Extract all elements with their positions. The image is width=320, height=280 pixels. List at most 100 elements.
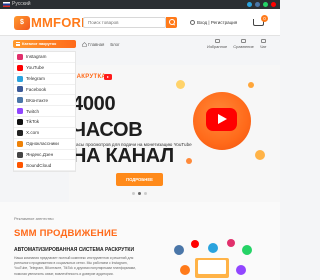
- nav-link-home[interactable]: Главная: [82, 42, 104, 47]
- instagram-bubble-icon: [227, 239, 235, 247]
- search-input[interactable]: [83, 17, 166, 28]
- nav-link-label: Блог: [110, 42, 120, 47]
- sidebar-item-label: Telegram: [26, 76, 45, 82]
- sidebar-item-vkontakte[interactable]: ВКонтакте: [14, 95, 75, 107]
- sidebar-item-label: Facebook: [26, 86, 47, 92]
- section-subtitle: АВТОМАТИЗИРОВАННАЯ СИСТЕМА РАСКРУТКИ: [14, 247, 135, 253]
- catalog-button[interactable]: Каталог накруток: [13, 40, 76, 48]
- chat-label: Чат: [259, 44, 267, 49]
- sidebar-item-twitch[interactable]: Twitch: [14, 106, 75, 118]
- sidebar-item-label: Яндекс.Дзен: [26, 152, 54, 158]
- compare-icon: [241, 39, 247, 43]
- whatsapp-bubble-icon: [242, 245, 252, 255]
- youtube-play-icon: [104, 74, 112, 80]
- vk-icon: [17, 97, 23, 104]
- russia-flag-icon: [3, 2, 10, 7]
- vk-icon[interactable]: [255, 2, 260, 7]
- section-paragraph: Наша компания предлагает полный комплекс…: [14, 256, 136, 276]
- facebook-icon: [17, 86, 23, 93]
- decor-circle: [186, 158, 192, 164]
- youtube-icon: [17, 64, 23, 71]
- banner-headline: 4000 ЧАСОВ НА КАНАЛ: [72, 91, 182, 169]
- section-title: SMM ПРОДВИЖЕНИЕ: [14, 228, 118, 239]
- language-label: Русский: [12, 1, 31, 7]
- nav-link-blog[interactable]: Блог: [110, 42, 119, 47]
- sidebar-item-yandex-zen[interactable]: Яндекс.Дзен: [14, 150, 75, 161]
- yandex-zen-icon: [17, 151, 23, 158]
- sidebar-item-label: Одноклассники: [26, 141, 59, 147]
- sidebar-item-label: ВКонтакте: [26, 97, 49, 103]
- banner-tag: НАКРУТКА: [72, 74, 107, 80]
- soundcloud-icon: [17, 162, 23, 169]
- twitch-icon: [17, 108, 23, 115]
- search-button[interactable]: [166, 17, 177, 28]
- sidebar-item-label: YouTube: [26, 65, 45, 71]
- user-icon: [190, 20, 195, 25]
- section-eyebrow: Рекламное агентство: [14, 216, 54, 221]
- sidebar-item-tiktok[interactable]: TikTok: [14, 117, 75, 128]
- site-logo[interactable]: $ MMFORM: [14, 15, 92, 30]
- telegram-bubble-icon: [208, 243, 218, 253]
- person-icon: [180, 265, 190, 275]
- top-bar: Русский: [0, 0, 280, 9]
- banner-subtitle: Часы просмотров для подачи на монетизаци…: [73, 142, 192, 147]
- catalog-sidebar: Instagram YouTube Telegram Facebook ВКон…: [13, 51, 76, 173]
- slider-dot-active[interactable]: [138, 192, 141, 195]
- menu-icon: [16, 42, 20, 46]
- header-actions: Избранное Сравнение Чат: [207, 39, 267, 49]
- home-icon: [82, 42, 87, 47]
- main-nav: Главная Блог: [82, 42, 120, 47]
- nav-link-label: Главная: [88, 42, 105, 47]
- sidebar-item-label: SoundCloud: [26, 162, 52, 168]
- slider-dot[interactable]: [144, 192, 147, 195]
- sidebar-item-telegram[interactable]: Telegram: [14, 74, 75, 85]
- compare-label: Сравнение: [233, 44, 254, 49]
- sidebar-item-odnoklassniki[interactable]: Одноклассники: [14, 139, 75, 150]
- chat-icon: [260, 39, 266, 43]
- favorites-label: Избранное: [207, 44, 228, 49]
- cart-button[interactable]: 0: [252, 15, 268, 29]
- whatsapp-icon[interactable]: [263, 2, 268, 7]
- youtube-icon[interactable]: [271, 2, 276, 7]
- decor-circle: [255, 150, 265, 160]
- sidebar-item-x[interactable]: X.com: [14, 128, 75, 139]
- chat-link[interactable]: Чат: [260, 39, 267, 49]
- cart-count-badge: 0: [261, 15, 268, 22]
- laptop-screen: [198, 260, 226, 274]
- slider-dots: [132, 192, 147, 195]
- sidebar-item-facebook[interactable]: Facebook: [14, 85, 75, 96]
- language-selector[interactable]: Русский: [3, 1, 31, 8]
- youtube-bubble-icon: [191, 240, 199, 248]
- auth-link[interactable]: Вход | Регистрация: [190, 20, 237, 25]
- decor-circle: [176, 80, 185, 89]
- instagram-icon: [17, 53, 23, 60]
- telegram-icon[interactable]: [247, 2, 252, 7]
- odnoklassniki-icon: [17, 140, 23, 147]
- more-button[interactable]: ПОДРОБНЕЕ: [116, 173, 163, 186]
- youtube-logo-icon: [206, 108, 237, 131]
- smm-illustration: [174, 239, 252, 278]
- person-icon: [236, 265, 246, 275]
- sidebar-item-label: TikTok: [26, 119, 40, 125]
- x-icon: [17, 129, 23, 136]
- decor-circle: [248, 82, 254, 88]
- headline-line-1: 4000 ЧАСОВ: [72, 93, 143, 141]
- heart-icon: [214, 39, 220, 43]
- telegram-icon: [17, 75, 23, 82]
- site-header: $ MMFORM Вход | Регистрация 0: [0, 9, 280, 36]
- logo-badge: $: [14, 15, 30, 30]
- sidebar-item-label: Twitch: [26, 108, 40, 114]
- auth-label: Вход | Регистрация: [197, 20, 238, 25]
- catalog-label: Каталог накруток: [22, 41, 57, 46]
- sidebar-item-label: X.com: [26, 130, 40, 136]
- sidebar-item-soundcloud[interactable]: SoundCloud: [14, 160, 75, 172]
- vk-bubble-icon: [174, 245, 184, 255]
- sidebar-item-youtube[interactable]: YouTube: [14, 63, 75, 74]
- sidebar-item-label: Instagram: [26, 54, 47, 60]
- slider-dot[interactable]: [132, 192, 135, 195]
- compare-link[interactable]: Сравнение: [233, 39, 254, 49]
- social-links: [247, 2, 276, 7]
- tiktok-icon: [17, 118, 23, 125]
- sidebar-item-instagram[interactable]: Instagram: [14, 52, 75, 63]
- favorites-link[interactable]: Избранное: [207, 39, 227, 49]
